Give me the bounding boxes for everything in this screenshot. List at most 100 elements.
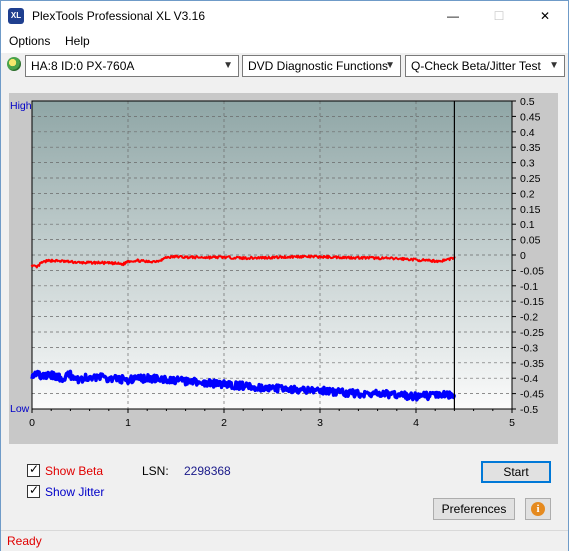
beta-point bbox=[203, 256, 206, 259]
jitter-point bbox=[146, 377, 149, 380]
drive-select[interactable]: HA:8 ID:0 PX-760A ▼ bbox=[25, 55, 239, 77]
jitter-point bbox=[78, 378, 82, 381]
chart-panel: 0.5 0.45 0.4 0.35 0.3 0.25 0.2 0.15 0.1 0.05 0 -0.0… bbox=[9, 93, 558, 444]
jitter-point bbox=[69, 373, 72, 377]
jitter-point bbox=[88, 375, 91, 378]
jitter-point bbox=[376, 392, 379, 395]
jitter-point bbox=[203, 381, 206, 384]
x-tick-label: 0 bbox=[29, 417, 35, 429]
y-tick-label: 0.45 bbox=[520, 111, 541, 123]
jitter-point bbox=[395, 393, 398, 397]
x-tick-label: 1 bbox=[125, 417, 131, 429]
app-icon: XL bbox=[8, 8, 24, 24]
beta-point bbox=[40, 261, 43, 264]
maximize-button[interactable]: ☐ bbox=[476, 1, 522, 31]
jitter-point bbox=[30, 373, 34, 377]
x-tick-label: 2 bbox=[221, 417, 227, 429]
y-tick-label: 0.25 bbox=[520, 173, 541, 185]
axis-label-high: High bbox=[10, 100, 32, 112]
x-tick-label: 3 bbox=[317, 417, 323, 429]
y-tick-label: 0.05 bbox=[520, 235, 541, 247]
x-tick-label: 4 bbox=[413, 417, 419, 429]
chevron-down-icon: ▼ bbox=[549, 60, 559, 71]
menu-help[interactable]: Help bbox=[65, 34, 90, 48]
y-tick-label: -0.1 bbox=[520, 281, 538, 293]
jitter-point bbox=[280, 387, 283, 391]
beta-point bbox=[318, 255, 322, 258]
y-tick-label: -0.35 bbox=[520, 358, 544, 370]
beta-point bbox=[405, 257, 408, 261]
function-select-value: DVD Diagnostic Functions bbox=[248, 59, 389, 73]
y-tick-label: 0.1 bbox=[520, 219, 535, 231]
show-beta-checkbox[interactable]: ✓ bbox=[27, 462, 40, 477]
info-icon: i bbox=[531, 502, 545, 516]
jitter-point bbox=[165, 378, 168, 381]
jitter-point bbox=[59, 377, 62, 380]
start-button[interactable]: Start bbox=[481, 461, 551, 483]
title-bar: XL PlexTools Professional XL V3.16 — ☐ ✕ bbox=[1, 1, 568, 31]
toolbar: HA:8 ID:0 PX-760A ▼ DVD Diagnostic Funct… bbox=[1, 53, 568, 79]
beta-point bbox=[69, 260, 72, 263]
function-select[interactable]: DVD Diagnostic Functions ▼ bbox=[242, 55, 401, 77]
y-tick-label: -0.15 bbox=[520, 296, 544, 308]
beta-point bbox=[299, 255, 302, 258]
test-select-value: Q-Check Beta/Jitter Test bbox=[411, 59, 541, 73]
y-tick-label: -0.25 bbox=[520, 327, 544, 339]
jitter-point bbox=[338, 390, 341, 394]
beta-point bbox=[160, 258, 163, 261]
drive-select-value: HA:8 ID:0 PX-760A bbox=[31, 59, 135, 73]
y-tick-label: -0.05 bbox=[520, 265, 544, 277]
y-tick-label: 0.15 bbox=[520, 204, 541, 216]
options-panel: ✓ Show Beta ✓ Show Jitter LSN: 2298368 S… bbox=[9, 453, 558, 525]
y-tick-label: -0.45 bbox=[520, 389, 544, 401]
lsn-value: 2298368 bbox=[184, 464, 231, 478]
beta-point bbox=[126, 260, 130, 263]
beta-point bbox=[222, 256, 226, 259]
beta-point bbox=[35, 266, 38, 269]
jitter-point bbox=[222, 383, 226, 386]
show-beta-label[interactable]: Show Beta bbox=[45, 464, 103, 478]
beta-point bbox=[30, 264, 34, 267]
jitter-point bbox=[434, 393, 437, 397]
beta-point bbox=[50, 259, 53, 262]
y-tick-label: 0.35 bbox=[520, 142, 541, 154]
y-tick-label: -0.3 bbox=[520, 342, 538, 354]
beta-point bbox=[155, 260, 158, 263]
jitter-point bbox=[107, 377, 111, 380]
show-jitter-label[interactable]: Show Jitter bbox=[45, 485, 104, 499]
x-tick-label: 5 bbox=[509, 417, 515, 429]
minimize-button[interactable]: — bbox=[430, 1, 476, 31]
beta-point bbox=[59, 260, 62, 263]
jitter-point bbox=[357, 392, 360, 395]
jitter-point bbox=[126, 378, 130, 381]
show-jitter-checkbox[interactable]: ✓ bbox=[27, 483, 40, 498]
preferences-button[interactable]: Preferences bbox=[433, 498, 515, 520]
info-button[interactable]: i bbox=[525, 498, 551, 520]
jitter-point bbox=[261, 386, 264, 389]
beta-jitter-chart: 0.5 0.45 0.4 0.35 0.3 0.25 0.2 0.15 0.1 0.05 0 -0.0… bbox=[10, 96, 544, 429]
status-text: Ready bbox=[7, 534, 42, 548]
y-tick-label: 0.3 bbox=[520, 158, 535, 170]
beta-point bbox=[165, 256, 168, 259]
beta-point bbox=[270, 256, 274, 259]
beta-point bbox=[117, 262, 120, 265]
beta-point bbox=[174, 255, 178, 258]
close-button[interactable]: ✕ bbox=[522, 1, 568, 31]
beta-point bbox=[98, 261, 101, 264]
menu-bar: Options Help bbox=[1, 31, 568, 54]
y-tick-label: -0.2 bbox=[520, 312, 538, 324]
beta-point bbox=[376, 256, 379, 260]
drive-icon bbox=[7, 57, 21, 71]
beta-point bbox=[438, 260, 442, 263]
checkmark-icon: ✓ bbox=[29, 483, 40, 497]
y-tick-label: -0.4 bbox=[520, 373, 538, 385]
y-tick-label: -0.5 bbox=[520, 404, 538, 416]
menu-options[interactable]: Options bbox=[9, 34, 50, 48]
beta-point bbox=[424, 259, 427, 262]
y-tick-label: 0.4 bbox=[520, 127, 535, 139]
jitter-point bbox=[242, 384, 245, 388]
main-window: XL PlexTools Professional XL V3.16 — ☐ ✕… bbox=[0, 0, 569, 551]
jitter-point bbox=[318, 389, 322, 392]
test-select[interactable]: Q-Check Beta/Jitter Test ▼ bbox=[405, 55, 565, 77]
jitter-point bbox=[35, 370, 38, 374]
